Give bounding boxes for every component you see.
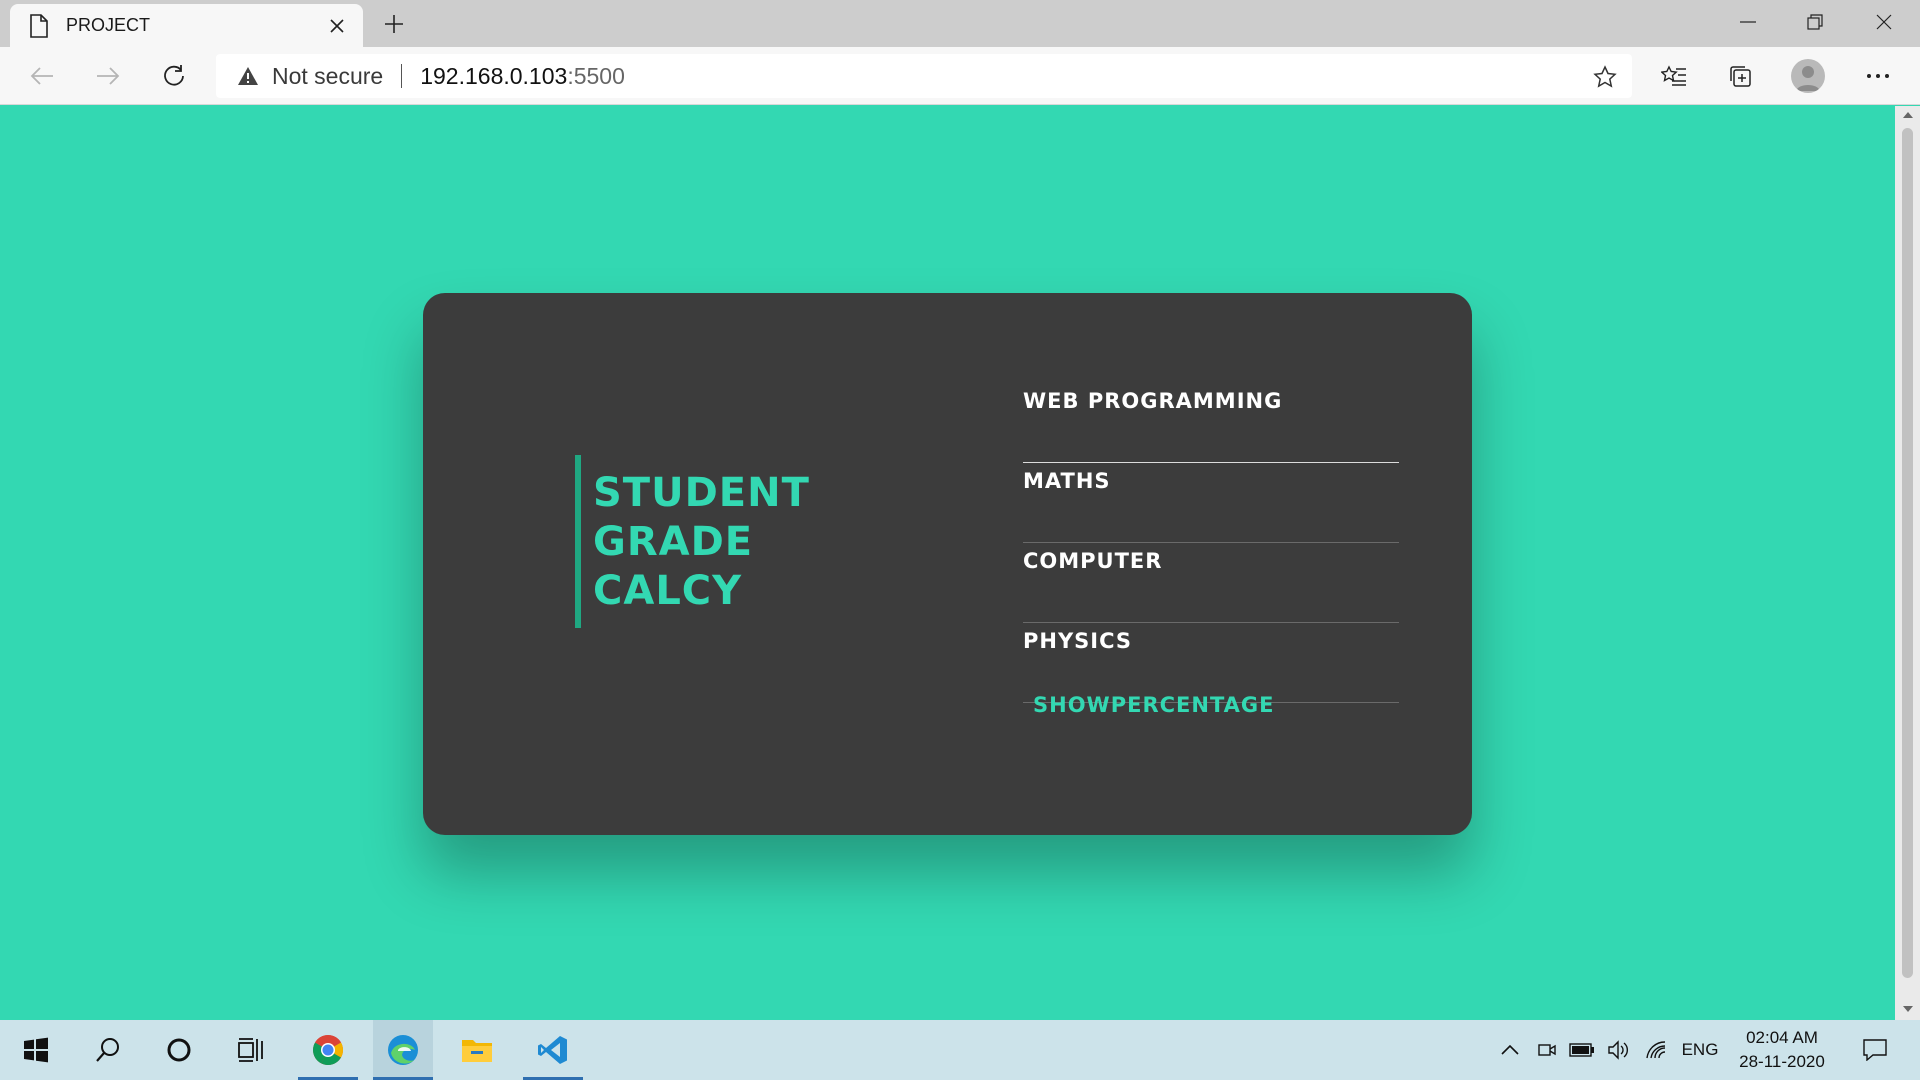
new-tab-button[interactable] [376,9,412,39]
profile-button[interactable] [1786,56,1830,96]
scroll-up-icon[interactable] [1902,110,1913,120]
restore-button[interactable] [1782,0,1848,44]
warning-icon[interactable] [236,64,260,88]
scroll-down-icon[interactable] [1902,1004,1913,1014]
brand-line-grade: GRADE [593,519,754,565]
volume-icon[interactable] [1605,1020,1633,1080]
start-icon[interactable] [6,1020,66,1080]
vscode-icon[interactable] [523,1020,583,1080]
subject-field-maths[interactable]: MATHS [1023,463,1399,543]
search-icon[interactable] [78,1020,138,1080]
clock-date: 28-11-2020 [1739,1052,1825,1071]
forward-button[interactable] [88,56,128,96]
divider [401,64,403,88]
show-percentage-button[interactable]: SHOWPERCENTAGE [1029,691,1278,719]
brand-line-calcy: CALCY [593,568,743,614]
security-label[interactable]: Not secure [272,63,383,90]
grade-card: STUDENT GRADE CALCY WEB PROGRAMMING MATH… [423,293,1472,835]
language-label: ENG [1681,1040,1719,1059]
task-view-icon[interactable] [221,1020,281,1080]
vertical-scrollbar[interactable] [1895,106,1920,1020]
tab-title: PROJECT [66,15,151,35]
url-port: :5500 [567,62,625,89]
refresh-button[interactable] [154,56,194,96]
minimize-button[interactable] [1715,0,1781,44]
brand-title: STUDENT GRADE CALCY [593,469,810,616]
address-bar[interactable]: Not secure 192.168.0.103:5500 [216,54,1632,98]
page-viewport: STUDENT GRADE CALCY WEB PROGRAMMING MATH… [0,106,1895,1020]
notifications-icon[interactable] [1855,1020,1895,1080]
cortana-icon[interactable] [149,1020,209,1080]
collections-icon[interactable] [1718,56,1762,96]
page-icon [26,13,52,39]
web-programming-input[interactable] [1023,402,1399,462]
url-host: 192.168.0.103 [420,62,568,89]
windows-taskbar: ENG 02:04 AM 28-11-2020 [0,1020,1920,1080]
close-tab-icon[interactable] [323,12,351,40]
chrome-icon[interactable] [298,1020,358,1080]
file-explorer-icon[interactable] [447,1020,507,1080]
wifi-icon[interactable] [1642,1020,1672,1080]
subject-form: WEB PROGRAMMING MATHS COMPUTER PHYSICS [1023,383,1399,703]
computer-input[interactable] [1023,562,1399,622]
maths-input[interactable] [1023,482,1399,542]
brand-line-student: STUDENT [593,470,810,516]
brand-accent-bar [575,455,581,628]
back-button[interactable] [22,56,62,96]
more-menu-icon[interactable] [1856,56,1900,96]
browser-toolbar: Not secure 192.168.0.103:5500 [0,47,1920,105]
clock[interactable]: 02:04 AM 28-11-2020 [1730,1026,1834,1074]
close-window-button[interactable] [1851,0,1917,44]
meet-now-icon[interactable] [1533,1020,1561,1080]
tab-strip: PROJECT [0,0,1920,47]
subject-field-web-programming[interactable]: WEB PROGRAMMING [1023,383,1399,463]
edge-icon[interactable] [373,1020,433,1080]
battery-icon[interactable] [1567,1020,1597,1080]
clock-time: 02:04 AM [1746,1028,1818,1047]
avatar [1791,59,1825,93]
language-indicator[interactable]: ENG [1680,1020,1720,1080]
favorites-icon[interactable] [1652,56,1696,96]
chevron-up-icon[interactable] [1496,1020,1524,1080]
subject-field-computer[interactable]: COMPUTER [1023,543,1399,623]
browser-tab[interactable]: PROJECT [10,4,363,47]
favorite-star-icon[interactable] [1592,64,1618,90]
scrollbar-thumb[interactable] [1902,128,1913,978]
